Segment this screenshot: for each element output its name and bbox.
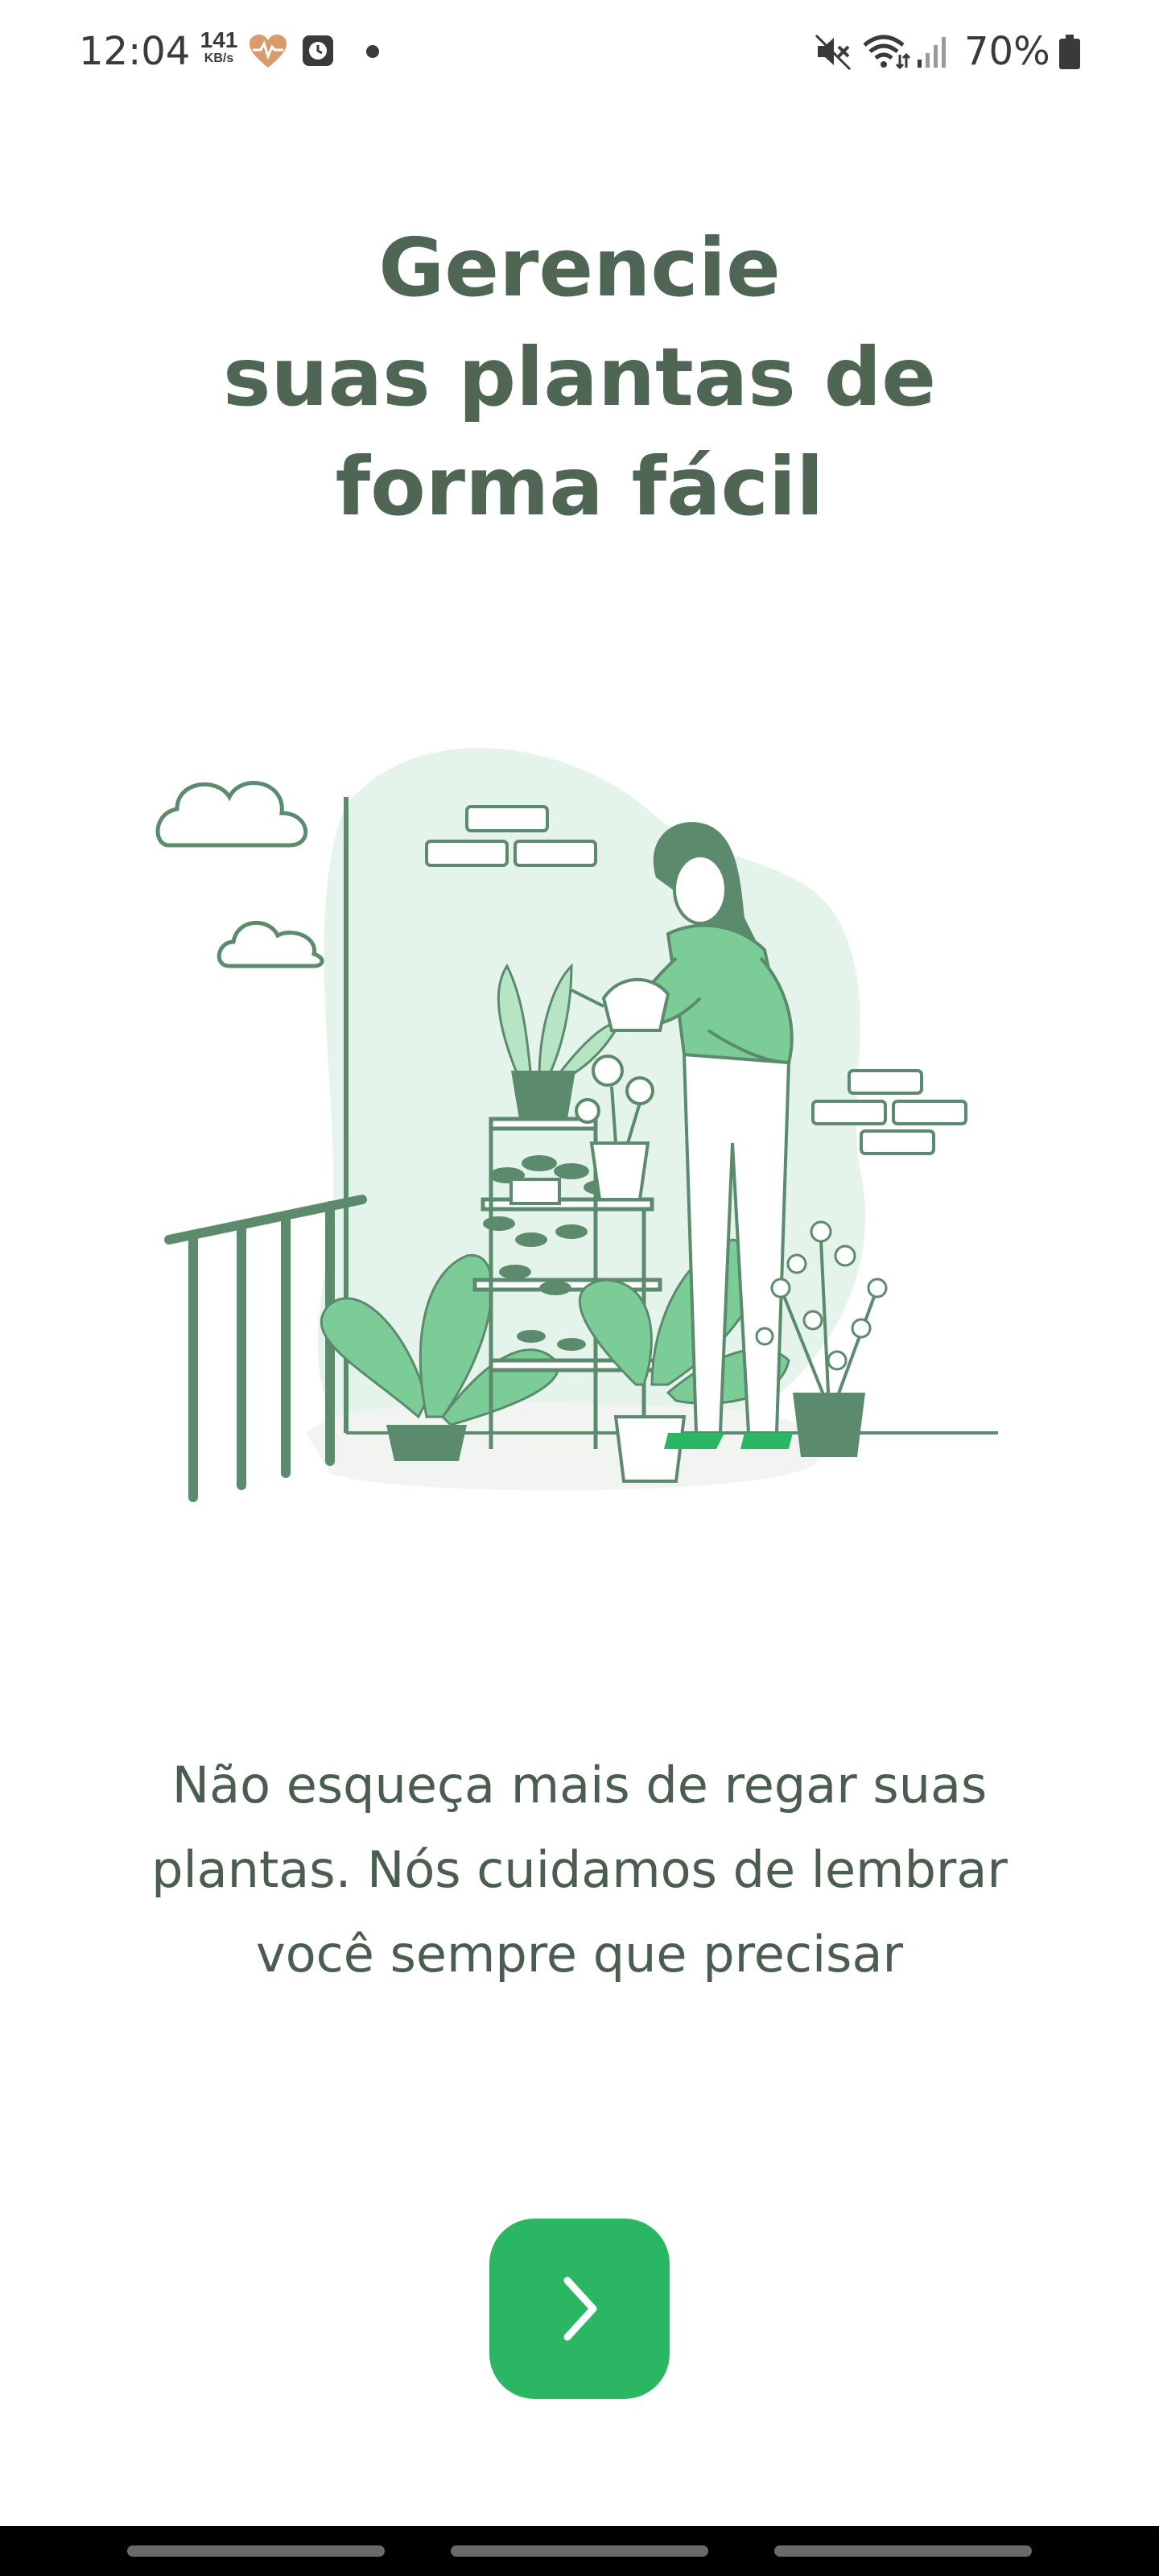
cloud-icon [155,781,308,848]
system-navigation-bar [0,2526,1159,2576]
cloud-icon [217,921,324,968]
plant-care-illustration [155,748,998,1502]
balcony-railing [164,1195,367,1502]
battery-percent: 70% [964,29,1050,74]
next-button[interactable] [489,2219,670,2399]
nav-recents-handle[interactable] [127,2545,385,2557]
description-line: você sempre que precisar [256,1925,903,1984]
mute-icon [815,34,852,71]
description-line: Não esqueça mais de regar suas [171,1756,988,1814]
description-line: plantas. Nós cuidamos de lembrar [151,1840,1008,1899]
signal-icon [918,37,946,68]
title-line: Gerencie [378,221,781,315]
chevron-right-icon [563,2277,597,2341]
battery-icon [1059,35,1080,69]
onboarding-description: Não esqueça mais de regar suas plantas. … [121,1743,1038,1996]
heart-rate-icon [250,35,287,68]
title-line: suas plantas de [222,330,937,424]
title-line: forma fácil [335,440,824,534]
wifi-icon [863,35,911,70]
notification-dot-icon [366,45,379,58]
nav-back-handle[interactable] [774,2545,1032,2557]
network-speed-value: 141 [200,27,238,52]
nav-home-handle[interactable] [451,2545,708,2557]
network-speed: 141 KB/s [198,29,240,66]
page-title: Gerencie suas plantas de forma fácil [0,213,1159,542]
status-bar: 12:04 141 KB/s 70% [0,0,1159,105]
status-time: 12:04 [79,29,191,74]
clock-app-icon [303,35,333,66]
network-speed-unit: KB/s [204,52,234,65]
